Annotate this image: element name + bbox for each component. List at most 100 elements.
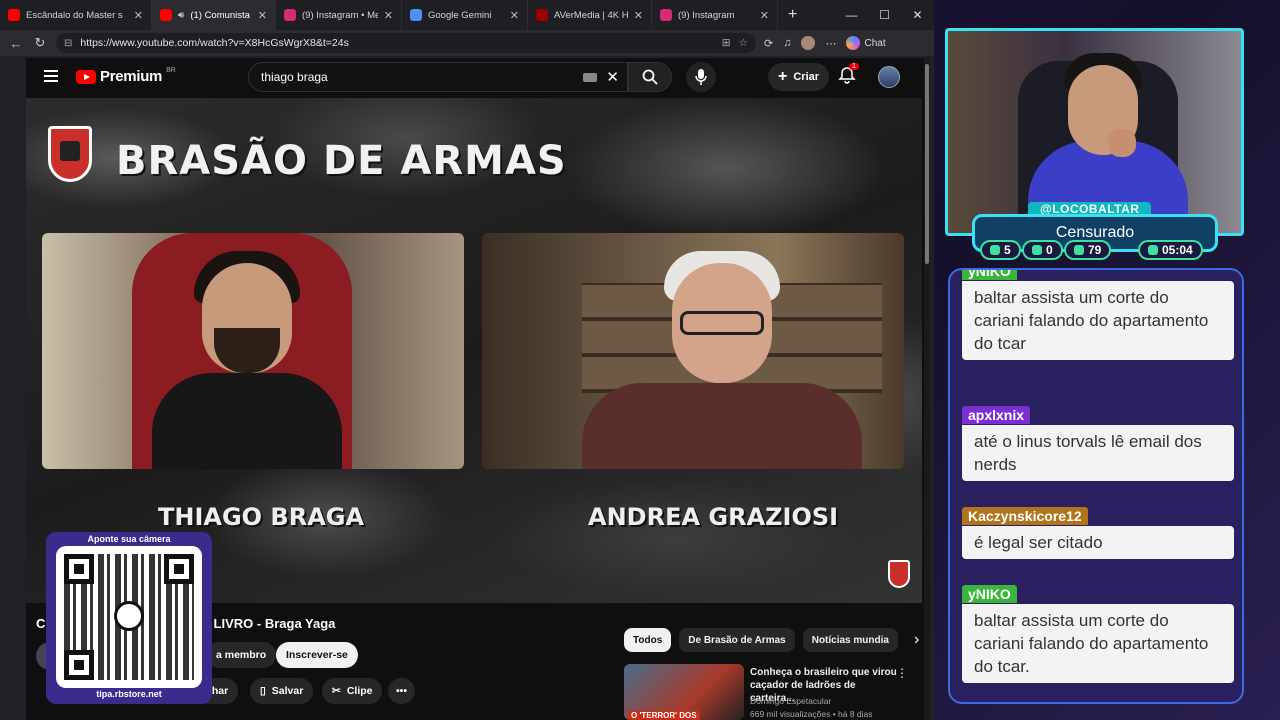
youtube-favicon-icon <box>160 9 172 21</box>
app-install-icon[interactable]: ⊞ <box>722 37 731 49</box>
scrollbar-thumb[interactable] <box>925 64 929 264</box>
guest-camera-right <box>482 233 904 469</box>
keyboard-icon[interactable] <box>583 73 597 82</box>
tab-label: AVerMedia | 4K HDMI <box>554 9 628 21</box>
back-icon[interactable]: ← <box>8 36 24 51</box>
stat-value: 5 <box>1004 243 1011 257</box>
search-button[interactable] <box>628 62 672 92</box>
copilot-chat-button[interactable]: Chat <box>846 36 886 50</box>
person-body <box>582 383 862 469</box>
media-icon[interactable]: ♫ <box>783 37 791 49</box>
site-info-icon[interactable]: ⊟ <box>64 38 72 49</box>
save-label: Salvar <box>271 685 304 697</box>
subscribe-label: Inscrever-se <box>286 649 348 661</box>
gemini-favicon-icon <box>410 9 422 21</box>
instagram-favicon-icon <box>284 9 296 21</box>
qr-finder <box>164 554 194 584</box>
browser-tab-3[interactable]: (9) Instagram • Mensag ✕ <box>276 0 402 30</box>
recommended-video[interactable]: O 'TERROR' DOS Conheça o brasileiro que … <box>624 664 914 720</box>
save-button[interactable]: ▯ Salvar <box>250 678 314 704</box>
tab-label: (1) Comunista Chi <box>190 9 251 21</box>
youtube-favicon-icon <box>8 9 20 21</box>
chat-username: Kaczynskicore12 <box>962 507 1088 525</box>
chevron-right-icon[interactable]: › <box>914 628 919 652</box>
favorite-star-icon[interactable]: ☆ <box>739 37 748 49</box>
close-window-icon[interactable]: ✕ <box>901 8 934 22</box>
more-actions-button[interactable]: ••• <box>388 678 416 704</box>
tab-label: (9) Instagram • Mensag <box>302 9 378 21</box>
subscribe-button[interactable]: Inscrever-se <box>276 642 358 668</box>
channel-banner-text: BRASÃO DE ARMAS <box>116 138 567 184</box>
notifications-button[interactable]: 1 <box>838 63 859 86</box>
chat-username: yNIKO <box>962 270 1017 280</box>
clip-button[interactable]: ✂ Clipe <box>322 678 383 704</box>
browser-tab-5[interactable]: AVerMedia | 4K HDMI ✕ <box>528 0 652 30</box>
window-controls: — ☐ ✕ <box>835 0 934 30</box>
more-vert-icon[interactable]: ⋮ <box>896 666 908 680</box>
stat-viewers: 79 <box>1064 240 1112 260</box>
qr-overlay: Aponte sua câmera tipa.rbstore.net <box>46 532 212 704</box>
new-tab-icon[interactable]: + <box>788 6 797 24</box>
chat-label: Chat <box>864 37 886 49</box>
speaker-icon[interactable]: 🔊︎ <box>178 10 184 21</box>
create-button[interactable]: + Criar <box>768 63 830 91</box>
glasses <box>680 311 764 335</box>
tab-label: (9) Instagram <box>678 9 735 21</box>
qr-url: tipa.rbstore.net <box>96 689 162 699</box>
close-tab-icon[interactable]: ✕ <box>510 9 519 22</box>
close-tab-icon[interactable]: ✕ <box>258 9 267 22</box>
video-thumbnail[interactable]: O 'TERROR' DOS <box>624 664 744 720</box>
voice-search-button[interactable] <box>686 62 716 92</box>
extensions-icon[interactable]: ⟳ <box>764 37 773 50</box>
viewers-icon <box>1074 245 1084 255</box>
guest-camera-left <box>42 233 464 469</box>
filter-chip-news[interactable]: Notícias mundia <box>802 628 898 652</box>
filter-chip-channel[interactable]: De Brasão de Armas <box>679 628 795 652</box>
profile-avatar[interactable] <box>801 36 816 50</box>
page-scrollbar[interactable] <box>924 58 930 720</box>
qr-label: Aponte sua câmera <box>87 534 171 544</box>
logo-text: Premium <box>100 68 163 85</box>
stat-value: 79 <box>1088 243 1102 257</box>
browser-tab-4[interactable]: Google Gemini ✕ <box>402 0 528 30</box>
search-value: thiago braga <box>261 70 328 84</box>
video-player[interactable]: BRASÃO DE ARMAS THIAGO BRAGA ANDREA GRAZ… <box>26 98 922 603</box>
join-member-button[interactable]: a membro <box>206 642 277 668</box>
url-field[interactable]: ⊟ https://www.youtube.com/watch?v=X8HcGs… <box>56 33 756 53</box>
browser-tab-2[interactable]: 🔊︎ (1) Comunista Chi ✕ <box>152 0 276 30</box>
stat-value: 05:04 <box>1162 243 1193 257</box>
reload-icon[interactable]: ↻ <box>32 35 48 51</box>
recommended-channel[interactable]: Domingo Espetacular <box>750 696 831 706</box>
account-avatar[interactable] <box>878 66 900 88</box>
member-label: a membro <box>216 649 267 661</box>
close-tab-icon[interactable]: ✕ <box>134 9 143 22</box>
chat-username: apxlxnix <box>962 406 1031 424</box>
youtube-premium-logo[interactable]: Premium BR <box>76 67 176 85</box>
browser-tab-1[interactable]: Escândalo do Master s ✕ <box>0 0 152 30</box>
stat-value: 0 <box>1046 243 1053 257</box>
menu-dots-icon[interactable]: ⋯ <box>825 37 836 50</box>
close-tab-icon[interactable]: ✕ <box>760 9 769 22</box>
chat-message: Kaczynskicore12 é legal ser citado <box>962 507 1234 559</box>
scissors-icon: ✂ <box>332 685 341 697</box>
search-input[interactable]: thiago braga ✕ <box>248 62 628 92</box>
close-tab-icon[interactable]: ✕ <box>384 9 393 22</box>
close-tab-icon[interactable]: ✕ <box>634 9 643 22</box>
hamburger-menu-icon[interactable] <box>44 70 58 82</box>
url-text: https://www.youtube.com/watch?v=X8HcGsWg… <box>80 37 349 49</box>
qr-card <box>56 546 202 688</box>
filter-chip-all[interactable]: Todos <box>624 628 672 652</box>
chat-message: apxlxnix até o linus torvals lê email do… <box>962 406 1234 481</box>
stat-videos: 0 <box>1022 240 1063 260</box>
clear-search-icon[interactable]: ✕ <box>606 68 619 86</box>
live-chat-panel: yNIKO baltar assista um corte do cariani… <box>948 268 1244 704</box>
browser-tab-6[interactable]: (9) Instagram ✕ <box>652 0 778 30</box>
toolbar-right: ⟳ ♫ ⋯ Chat <box>764 36 886 50</box>
minimize-icon[interactable]: — <box>835 8 868 22</box>
guest-name-left: THIAGO BRAGA <box>158 503 365 531</box>
maximize-icon[interactable]: ☐ <box>868 8 901 22</box>
region-code: BR <box>166 67 176 74</box>
tab-bar: Escândalo do Master s ✕ 🔊︎ (1) Comunista… <box>0 0 934 30</box>
copilot-icon <box>846 36 861 50</box>
microphone-icon <box>695 69 707 85</box>
